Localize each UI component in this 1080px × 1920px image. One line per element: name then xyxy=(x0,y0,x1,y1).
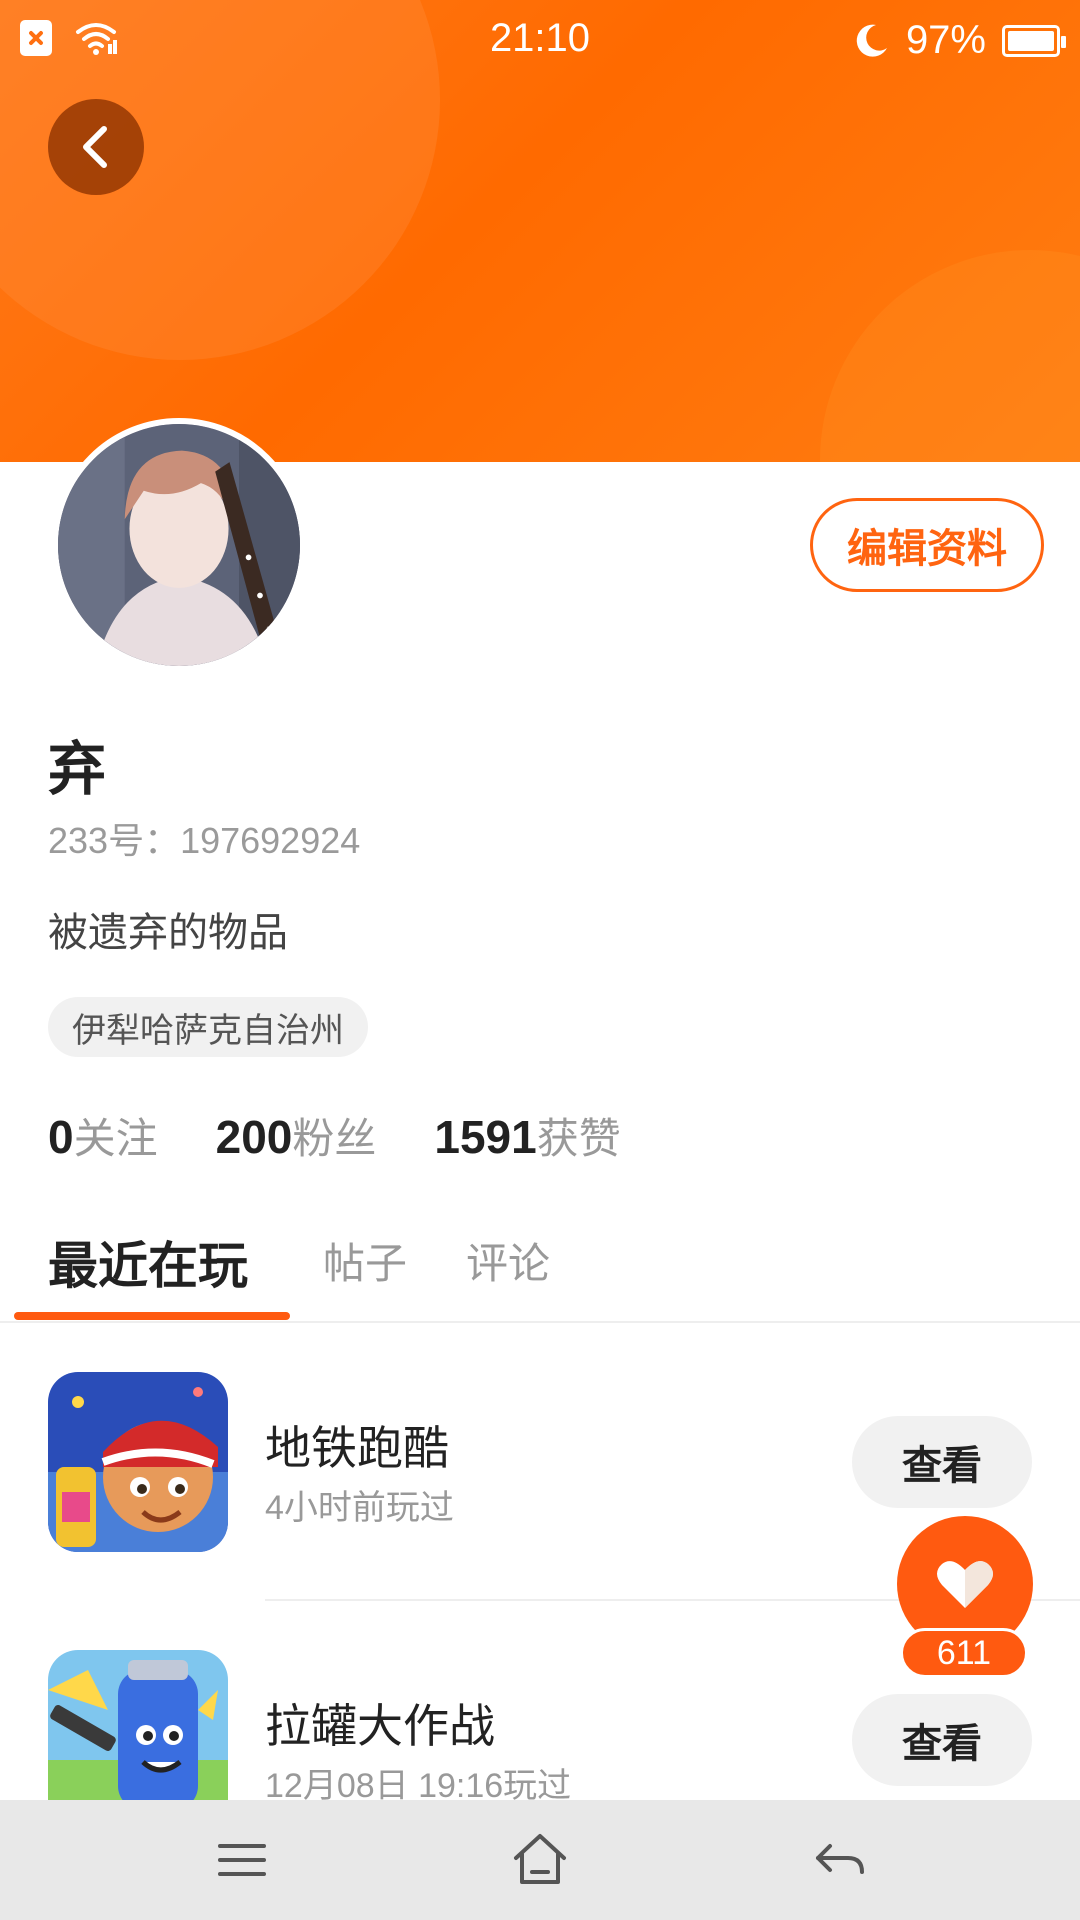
profile-stats: 0 关注 200 粉丝 1591 获赞 xyxy=(48,1105,621,1166)
stat-following[interactable]: 0 关注 xyxy=(48,1105,158,1166)
like-count: 611 xyxy=(900,1628,1028,1678)
game-name: 拉罐大作战 xyxy=(265,1699,495,1753)
stat-number: 0 xyxy=(48,1111,74,1163)
stat-followers[interactable]: 200 粉丝 xyxy=(216,1105,377,1166)
menu-icon[interactable] xyxy=(210,1828,274,1892)
game-played-time: 4小时前玩过 xyxy=(265,1489,454,1527)
user-bio: 被遗弃的物品 xyxy=(48,910,288,956)
view-button[interactable]: 查看 xyxy=(852,1416,1032,1508)
stat-likes[interactable]: 1591 获赞 xyxy=(434,1105,620,1166)
status-bar: 21:10 97% xyxy=(0,0,1080,80)
status-bar-right: 97% xyxy=(852,18,1066,63)
edit-profile-button[interactable]: 编辑资料 xyxy=(810,498,1044,592)
username: 弃 xyxy=(48,735,107,803)
stat-number: 200 xyxy=(215,1111,293,1163)
system-nav-bar xyxy=(0,1800,1080,1920)
avatar[interactable] xyxy=(52,418,306,672)
back-button[interactable] xyxy=(48,99,144,195)
tab-comments[interactable]: 评论 xyxy=(466,1230,550,1291)
tab-indicator xyxy=(14,1312,290,1320)
battery-icon xyxy=(1002,24,1066,57)
back-nav-icon[interactable] xyxy=(808,1828,872,1892)
battery-percentage: 97% xyxy=(905,18,986,62)
user-id: 233号：197692924 xyxy=(48,820,361,861)
moon-icon xyxy=(856,24,887,57)
profile-tabs: 最近在玩 帖子 评论 xyxy=(0,1218,1080,1323)
stat-number: 1591 xyxy=(434,1111,537,1163)
heart-icon xyxy=(937,1561,993,1608)
view-button[interactable]: 查看 xyxy=(852,1694,1032,1786)
banner-decoration xyxy=(820,250,1080,462)
stat-label: 粉丝 xyxy=(292,1114,377,1163)
stat-label: 关注 xyxy=(73,1114,158,1163)
tab-recently-played[interactable]: 最近在玩 xyxy=(48,1226,248,1298)
home-icon[interactable] xyxy=(508,1828,572,1892)
game-name: 地铁跑酷 xyxy=(265,1421,449,1475)
stat-label: 获赞 xyxy=(536,1114,621,1163)
chevron-left-icon xyxy=(83,126,107,168)
game-icon xyxy=(48,1372,228,1552)
location-tag: 伊犁哈萨克自治州 xyxy=(48,997,368,1057)
avatar-image xyxy=(58,424,300,666)
tab-posts[interactable]: 帖子 xyxy=(323,1230,407,1291)
